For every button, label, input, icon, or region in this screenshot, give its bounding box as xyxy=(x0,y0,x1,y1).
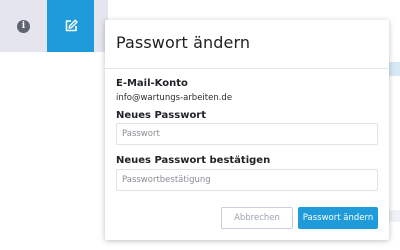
change-password-dialog: Passwort ändern E-Mail-Konto info@wartun… xyxy=(105,20,389,240)
confirm-password-label: Neues Passwort bestätigen xyxy=(116,155,271,166)
cancel-button[interactable]: Abbrechen xyxy=(221,207,293,229)
new-password-label: Neues Passwort xyxy=(116,110,207,121)
confirm-password-field[interactable] xyxy=(116,169,378,191)
dialog-divider xyxy=(105,68,389,69)
edit-icon xyxy=(65,19,78,32)
info-icon: i xyxy=(17,19,30,33)
email-account-value: info@wartungs-arbeiten.de xyxy=(116,93,233,103)
dialog-title: Passwort ändern xyxy=(116,33,251,52)
info-button[interactable]: i xyxy=(0,0,47,52)
new-password-field[interactable] xyxy=(116,123,378,145)
email-account-label: E-Mail-Konto xyxy=(116,78,188,89)
change-password-button[interactable]: Passwort ändern xyxy=(298,207,378,229)
toolbar: i xyxy=(0,0,108,52)
edit-button[interactable] xyxy=(47,0,94,52)
